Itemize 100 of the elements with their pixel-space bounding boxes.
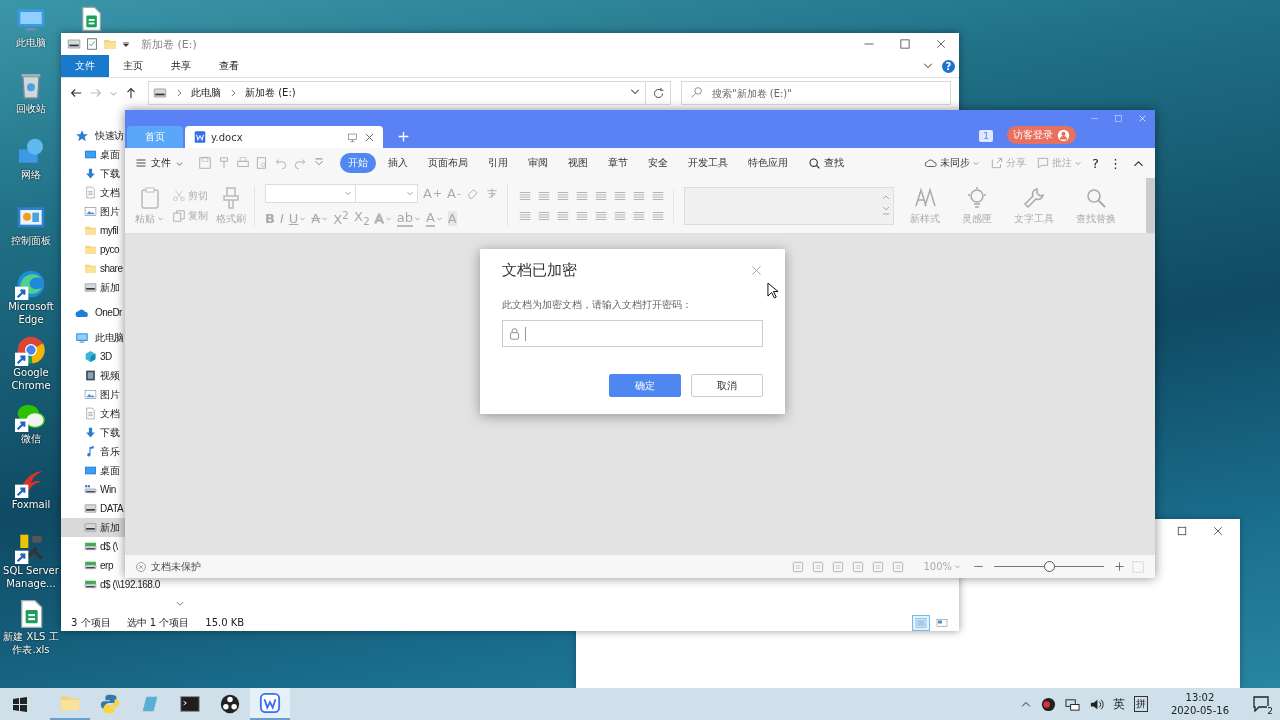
- ribbon-tab[interactable]: 页面布局: [420, 153, 476, 173]
- ribbon-scroll-bar[interactable]: [1146, 178, 1155, 233]
- breadcrumb-item[interactable]: 此电脑: [191, 86, 221, 100]
- search-field[interactable]: 搜索"新加卷 (E:)": [681, 81, 951, 105]
- nav-item[interactable]: 桌面: [61, 145, 125, 164]
- nav-item[interactable]: pyco: [61, 240, 125, 259]
- nav-item[interactable]: 文档: [61, 183, 125, 202]
- confirm-button[interactable]: 确定: [609, 374, 681, 397]
- nav-item[interactable]: 新加: [61, 518, 125, 537]
- desktop-icon-label[interactable]: SQL Server Manage...: [1, 564, 61, 590]
- scissors-icon[interactable]: [172, 188, 186, 203]
- input-method-button[interactable]: 拼: [1133, 696, 1148, 712]
- help-button[interactable]: ?: [1092, 155, 1099, 171]
- brush-icon[interactable]: [217, 156, 231, 170]
- clock[interactable]: 13:02 2020-05-16: [1170, 691, 1229, 717]
- nav-item[interactable]: share: [61, 259, 125, 278]
- browser-icon[interactable]: [15, 268, 47, 300]
- volume-icon[interactable]: [1088, 696, 1104, 712]
- find-button[interactable]: 查找: [800, 153, 852, 173]
- fit-icon[interactable]: [1131, 559, 1145, 574]
- eraser-icon[interactable]: [465, 186, 480, 201]
- more-button[interactable]: ⋮: [1109, 155, 1122, 171]
- nav-item[interactable]: Win: [61, 480, 125, 499]
- nav-item[interactable]: 新加: [61, 278, 125, 297]
- network-icon[interactable]: [1064, 696, 1080, 712]
- desktop-icon-label[interactable]: 微信: [1, 432, 61, 445]
- plus-icon[interactable]: [1114, 561, 1125, 572]
- properties-icon[interactable]: [85, 37, 99, 51]
- ribbon-tab[interactable]: 引用: [480, 153, 516, 173]
- close-icon[interactable]: [364, 131, 375, 143]
- nav-item[interactable]: d$ (\: [61, 537, 125, 556]
- monitor-icon[interactable]: [347, 131, 358, 143]
- close-icon[interactable]: [1212, 525, 1224, 537]
- nav-item[interactable]: 此电脑: [61, 328, 125, 347]
- save-icon[interactable]: [198, 156, 212, 170]
- ribbon-tab[interactable]: 审阅: [520, 153, 556, 173]
- font-size-field[interactable]: [355, 183, 418, 203]
- cancel-button[interactable]: 取消: [691, 374, 763, 397]
- nav-item[interactable]: 下载: [61, 164, 125, 183]
- ribbon-tab[interactable]: 视图: [560, 153, 596, 173]
- style-gallery[interactable]: [683, 186, 894, 225]
- desktop-icon-label[interactable]: 此电脑: [1, 36, 61, 49]
- nav-item[interactable]: erp: [61, 556, 125, 575]
- desktop-icon-label[interactable]: 网络: [1, 168, 61, 181]
- start-icon[interactable]: [12, 696, 28, 712]
- app-tray-icon[interactable]: [1040, 696, 1056, 712]
- close-icon[interactable]: [935, 38, 947, 50]
- nav-item[interactable]: 图片: [61, 385, 125, 404]
- browser-icon[interactable]: [15, 334, 47, 366]
- document-tab[interactable]: y.docx: [185, 126, 383, 148]
- nav-item[interactable]: 桌面: [61, 461, 125, 480]
- close-icon[interactable]: [750, 264, 763, 277]
- details-view-button[interactable]: [912, 614, 930, 631]
- nav-item[interactable]: myfil: [61, 221, 125, 240]
- undo-icon[interactable]: [274, 156, 288, 170]
- address-bar[interactable]: 此电脑 新加卷 (E:): [148, 81, 646, 105]
- nav-item[interactable]: 3D: [61, 347, 125, 366]
- print-icon[interactable]: [236, 156, 250, 170]
- nav-item[interactable]: 文档: [61, 404, 125, 423]
- up-icon[interactable]: [124, 86, 138, 100]
- protection-status[interactable]: 文档未保护: [135, 559, 201, 574]
- desktop-icon-label[interactable]: Microsoft Edge: [1, 300, 61, 326]
- nav-item[interactable]: 下载: [61, 423, 125, 442]
- nav-item[interactable]: 图片: [61, 202, 125, 221]
- ribbon-tab[interactable]: 查看: [205, 55, 253, 77]
- nav-item[interactable]: DATA: [61, 499, 125, 518]
- desktop-icon-label[interactable]: Google Chrome: [1, 366, 61, 392]
- desktop-icon-label[interactable]: 新建 XLS 工作表.xls: [1, 630, 61, 656]
- nav-item[interactable]: 音乐: [61, 442, 125, 461]
- ribbon-tab[interactable]: 章节: [600, 153, 636, 173]
- ribbon-tab[interactable]: 主页: [109, 55, 157, 77]
- preview-icon[interactable]: [255, 156, 269, 170]
- notifications-button[interactable]: 2: [1252, 695, 1270, 713]
- input-method-button[interactable]: 英: [1112, 695, 1125, 713]
- file-menu[interactable]: 文件: [135, 156, 184, 170]
- ribbon-tab[interactable]: 特色应用: [740, 153, 796, 173]
- breadcrumb-item[interactable]: 新加卷 (E:): [245, 86, 296, 100]
- sync-button[interactable]: 未同步: [924, 156, 981, 170]
- help-button[interactable]: ?: [942, 59, 955, 73]
- desktop-icon-label[interactable]: 回收站: [1, 102, 61, 115]
- ribbon-tab[interactable]: 开发工具: [680, 153, 736, 173]
- copy-icon[interactable]: [172, 208, 186, 223]
- slider-thumb[interactable]: [1044, 561, 1055, 572]
- nav-item[interactable]: 视频: [61, 366, 125, 385]
- nav-item[interactable]: d$ (\\192.168.0: [61, 575, 160, 594]
- ribbon-tab[interactable]: 插入: [380, 153, 416, 173]
- back-icon[interactable]: [69, 86, 83, 100]
- password-field[interactable]: [502, 320, 763, 347]
- redo-icon[interactable]: [293, 156, 307, 170]
- ribbon-tab[interactable]: 共享: [157, 55, 205, 77]
- ribbon-tab[interactable]: 安全: [640, 153, 676, 173]
- maximize-icon[interactable]: [1176, 525, 1188, 537]
- nav-item[interactable]: 快速访: [61, 126, 125, 145]
- nav-item[interactable]: OneDr: [61, 303, 125, 322]
- font-name-field[interactable]: [265, 183, 356, 203]
- refresh-button[interactable]: [646, 81, 671, 105]
- forward-icon[interactable]: [89, 86, 103, 100]
- desktop-icon-label[interactable]: Foxmail: [1, 498, 61, 511]
- desktop-icon-label[interactable]: 控制面板: [1, 234, 61, 247]
- ribbon-tab[interactable]: 文件: [61, 55, 109, 77]
